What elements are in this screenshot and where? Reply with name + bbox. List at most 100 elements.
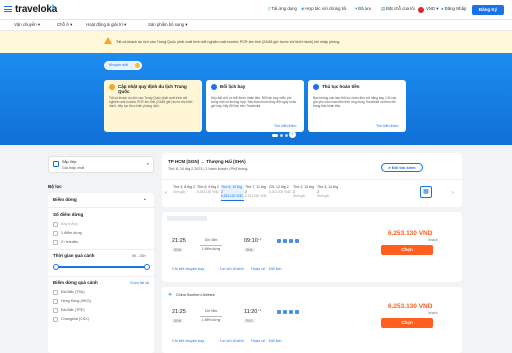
date-tab[interactable]: Thứ 7, 11 thg 2 6.223.030 VND [245,185,268,201]
baggage-icon [277,239,281,243]
date-price: 6.253.130 VND [221,194,243,198]
calendar-icon [211,84,217,90]
date-price: 6.202.000 VND [269,189,291,194]
airline-name: China Southern Airlines [176,293,215,297]
login-link[interactable]: ●Đăng Nhập [441,6,466,11]
airport-checkbox[interactable] [53,290,58,295]
hamburger-menu-icon[interactable] [4,6,12,12]
refund-link[interactable]: Hoàn vé [251,339,265,343]
handshake-icon: ◈ [301,6,305,11]
transit-time-title: Thời gian quá cảnh [53,253,95,258]
stop-checkbox-direct[interactable] [53,222,58,227]
date-label: Thứ 2, 13 thg 2 [293,185,315,194]
card-title: Thủ tục hoàn tiền [322,84,360,89]
info-card-china[interactable]: Cập nhật quy định du lịch Trung Quốc Tất… [104,80,202,132]
stops-count-title: Số điểm dừng [53,212,84,217]
bookmark-icon: ▾ [355,6,358,11]
date-label: Thứ 7, 11 thg 2 [245,185,266,194]
nav-accommodation[interactable]: Chỗ ở ▾ [57,22,72,28]
currency-selector[interactable]: VND ▾ [426,6,438,12]
reschedule-link[interactable]: Đổi lịch [269,267,281,271]
register-button[interactable]: Đăng Ký [472,5,504,15]
stops-section-title[interactable]: Điểm dừng [53,197,77,202]
date-price: 6.253.130 VND [197,189,219,194]
date-tab[interactable]: Thứ 6, 10 thg 2 6.253.130 VND [221,185,244,201]
my-bookings-link[interactable]: ▤Đặt chỗ của tôi [381,6,415,12]
transit-range: 0h - 23h [132,254,146,258]
benefits-link[interactable]: Lợi ích đi kèm [220,339,244,343]
partner-link[interactable]: ◈Hợp tác với chúng tôi [301,6,346,12]
date-tab[interactable]: Thứ 5, 9 thg 2 6.253.130 VND [197,185,220,201]
category-nav: Vận chuyển ▾ Chỗ ở ▾ Hoạt động & giải tr… [0,20,512,31]
nav-activities[interactable]: Hoạt động & giải trí ▾ [86,22,126,28]
warning-icon [109,84,115,90]
download-app-link[interactable]: ▯Tải ứng dụng [268,6,297,12]
flight-price: 6.253.130 VND [388,303,433,310]
info-card-reschedule[interactable]: Đổi lịch bay Hủy đặt chỗ có thể được hoà… [206,80,304,132]
stop-checkbox-2plus[interactable] [53,240,58,245]
select-all-link[interactable]: Chọn tất cả [130,281,149,285]
airport-checkbox[interactable] [53,299,58,304]
flight-result-2[interactable]: ✈ China Southern Airlines 21:25 SGN 12h … [162,287,462,353]
airport-checkbox[interactable] [53,317,58,322]
learn-more-link[interactable]: Tìm hiểu thêm [376,124,398,128]
saved-link[interactable]: ▾Đã lưu [355,6,371,12]
date-price: Xem giá [293,194,305,198]
baggage-icon [277,310,281,314]
flight-detail-link[interactable]: Chi tiết chuyến bay [172,339,204,343]
stop-checkbox-1[interactable] [53,231,58,236]
carousel-dots[interactable] [272,133,290,139]
date-tab[interactable]: CN, 12 thg 2 6.202.000 VND [269,185,292,201]
card-title: Cập nhật quy định du lịch Trung Quốc [118,84,187,94]
refund-icon [313,84,319,90]
chevron-left-icon[interactable]: ‹ [165,190,167,196]
wifi-icon [295,239,299,243]
flight-detail-link[interactable]: Chi tiết chuyến bay [172,267,204,271]
filter-panel: Điểm dừng ▴ Số điểm dừng Bay thẳng 1 điể… [48,193,154,353]
warning-icon [104,37,112,44]
nav-transport[interactable]: Vận chuyển ▾ [14,22,40,28]
date-tab[interactable]: Thứ 3, 14 thg 2 Xem giá [317,185,340,201]
card-desc: Hủy đặt chỗ có thể được hoàn tiền. Đổi l… [211,96,297,108]
change-search-button[interactable]: ⌕ Đổi tìm kiếm [381,163,423,172]
date-tab[interactable]: Thứ 4, 8 thg 2 Xem giá [173,185,196,201]
learn-more-link[interactable]: Tìm hiểu thêm [274,124,296,128]
select-flight-button[interactable]: Chọn [381,245,433,255]
logo-bird-icon: ✈ [50,4,56,11]
calendar-icon[interactable]: ▦ [420,186,432,198]
slider-handle-max[interactable] [144,264,150,270]
chevron-right-icon[interactable]: › [452,190,454,196]
card-desc: Tất cả khách du lịch vào Trung Quốc phải… [109,96,193,108]
filter-heading: Bộ lọc [48,184,62,189]
slider-handle-min[interactable] [53,264,59,270]
chevron-up-icon[interactable]: ▴ [144,197,146,201]
chevron-down-icon: ▾ [147,162,149,166]
transit-slider-track[interactable] [56,266,148,268]
carousel-next-icon[interactable]: › [289,131,296,138]
entertainment-icon [289,239,293,243]
sort-icon [53,161,59,167]
info-card-refund[interactable]: Thủ tục hoàn tiền Bạn không cần làm thủ … [308,80,406,132]
date-label: Thứ 5, 9 thg 2 [197,185,219,189]
reschedule-link[interactable]: Đổi lịch [269,339,281,343]
star-icon [135,63,140,68]
select-flight-button[interactable]: Chọn [381,318,433,328]
route-meta: Thứ 6, 10 thg 2 2023 | 1 hành khách | Ph… [168,167,248,171]
benefits-link[interactable]: Lợi ích đi kèm [220,267,244,271]
date-label: Thứ 4, 8 thg 2 [173,185,195,189]
airline-logo [167,216,207,221]
airport-checkbox[interactable] [53,308,58,313]
top-bar: traveloka ✈ ▯Tải ứng dụng ◈Hợp tác với c… [0,0,512,20]
transit-airports-title: Điểm dừng quá cảnh [53,280,98,285]
flight-price: 6.253.130 VND [388,230,433,237]
date-label: Thứ 6, 10 thg 2 [221,185,243,194]
date-tab[interactable]: Thứ 2, 13 thg 2 Xem giá [293,185,316,201]
refund-link[interactable]: Hoàn vé [251,267,265,271]
card-desc: Bạn không cần làm thủ tục hoàn tiền với … [313,96,397,108]
promo-badge[interactable]: Khuyến mãi [104,61,142,70]
china-southern-logo-icon: ✈ [168,292,173,298]
date-label: CN, 12 thg 2 [269,185,289,189]
sort-dropdown[interactable]: Sắp Xếp: Giá thấp nhất ▾ [48,156,154,173]
flight-result-1[interactable]: 21:25 SGN 10h 45m 1 điểm dừng 09:10 +1 S… [162,212,462,282]
nav-extras[interactable]: Sản phẩm bổ sung ▾ [148,22,187,28]
